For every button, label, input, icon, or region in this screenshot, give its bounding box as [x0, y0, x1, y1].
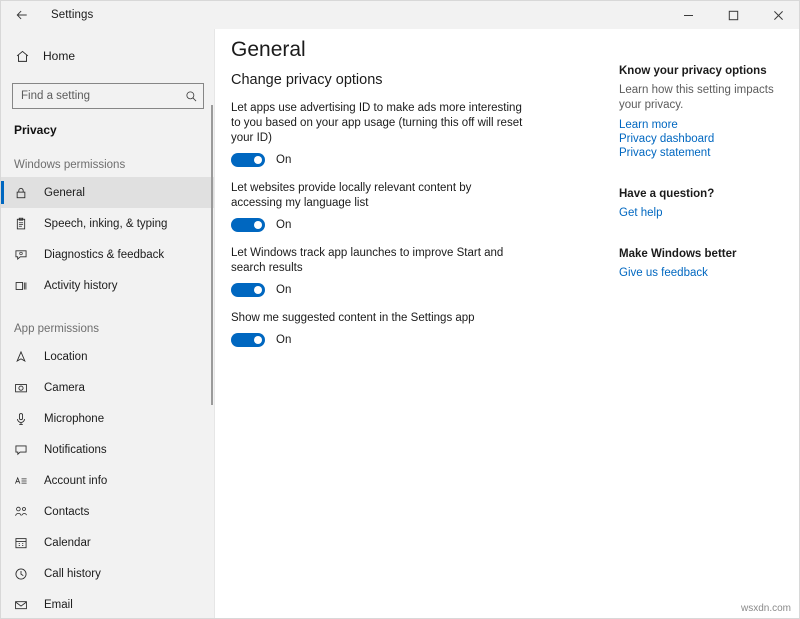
contacts-icon: [14, 504, 34, 520]
search-input[interactable]: [13, 89, 179, 103]
sidebar-page-title: Privacy: [1, 109, 214, 137]
link-privacy-dashboard[interactable]: Privacy dashboard: [619, 132, 789, 146]
back-arrow-icon[interactable]: [7, 1, 37, 29]
sidebar-scrollbar[interactable]: [211, 105, 213, 405]
camera-icon: [14, 380, 34, 396]
sidebar-item-calendar-label: Calendar: [44, 537, 91, 549]
feedback-icon: [14, 247, 34, 263]
sidebar-item-account-info-label: Account info: [44, 475, 107, 487]
link-give-us-feedback[interactable]: Give us feedback: [619, 266, 789, 280]
sidebar-item-home[interactable]: Home: [1, 41, 214, 71]
rail-block-have-a-question: Have a question? Get help: [619, 188, 789, 220]
sidebar-item-calendar[interactable]: Calendar: [1, 527, 214, 558]
toggle-state-label: On: [276, 334, 291, 346]
sidebar-item-contacts-label: Contacts: [44, 506, 89, 518]
notification-icon: [14, 442, 34, 458]
watermark: wsxdn.com: [741, 603, 791, 614]
sidebar-item-contacts[interactable]: Contacts: [1, 496, 214, 527]
link-learn-more[interactable]: Learn more: [619, 118, 789, 132]
search-icon[interactable]: [179, 90, 203, 103]
account-info-icon: [14, 473, 34, 489]
setting-track-app-launches: Let Windows track app launches to improv…: [231, 246, 531, 297]
right-rail: Know your privacy options Learn how this…: [619, 65, 789, 308]
rail-heading: Make Windows better: [619, 248, 789, 260]
title-bar: Settings: [1, 1, 800, 29]
settings-window: Settings Home: [0, 0, 800, 619]
page-title: General: [231, 38, 306, 62]
toggle-knob: [254, 336, 262, 344]
toggle-state-label: On: [276, 154, 291, 166]
clipboard-icon: [14, 216, 34, 232]
sidebar-group-label-windows-permissions: Windows permissions: [1, 137, 214, 177]
sidebar-item-email[interactable]: Email: [1, 589, 214, 619]
sidebar-item-call-history[interactable]: Call history: [1, 558, 214, 589]
settings-list: Let apps use advertising ID to make ads …: [231, 101, 531, 361]
sidebar-item-notifications[interactable]: Notifications: [1, 434, 214, 465]
rail-paragraph: Learn how this setting impacts your priv…: [619, 83, 789, 112]
setting-advertising-id: Let apps use advertising ID to make ads …: [231, 101, 531, 167]
toggle-row: On: [231, 153, 531, 167]
sidebar-group-label-app-permissions: App permissions: [1, 301, 214, 341]
sidebar-item-camera[interactable]: Camera: [1, 372, 214, 403]
setting-description: Let Windows track app launches to improv…: [231, 246, 523, 276]
rail-block-make-windows-better: Make Windows better Give us feedback: [619, 248, 789, 280]
sidebar-item-speech-inking-typing-label: Speech, inking, & typing: [44, 218, 167, 230]
link-get-help[interactable]: Get help: [619, 206, 789, 220]
minimize-button[interactable]: [666, 1, 711, 29]
home-icon: [15, 49, 37, 64]
toggle-knob: [254, 156, 262, 164]
sidebar-item-activity-history[interactable]: Activity history: [1, 270, 214, 301]
toggle-suggested-content[interactable]: [231, 333, 265, 347]
sidebar: Home Privacy Windows permissions General: [1, 29, 215, 619]
sidebar-item-diagnostics-feedback[interactable]: Diagnostics & feedback: [1, 239, 214, 270]
toggle-language-list[interactable]: [231, 218, 265, 232]
sidebar-item-microphone-label: Microphone: [44, 413, 104, 425]
location-pin-icon: [14, 349, 34, 365]
sidebar-item-activity-history-label: Activity history: [44, 280, 118, 292]
sidebar-item-call-history-label: Call history: [44, 568, 101, 580]
link-privacy-statement[interactable]: Privacy statement: [619, 146, 789, 160]
sidebar-item-notifications-label: Notifications: [44, 444, 107, 456]
call-history-icon: [14, 566, 34, 582]
sidebar-item-email-label: Email: [44, 599, 73, 611]
lock-icon: [14, 185, 34, 201]
calendar-icon: [14, 535, 34, 551]
sidebar-item-location[interactable]: Location: [1, 341, 214, 372]
toggle-knob: [254, 221, 262, 229]
toggle-track-app-launches[interactable]: [231, 283, 265, 297]
maximize-button[interactable]: [711, 1, 756, 29]
content-area: General Change privacy options Let apps …: [216, 29, 800, 619]
microphone-icon: [14, 411, 34, 427]
setting-language-list: Let websites provide locally relevant co…: [231, 181, 531, 232]
setting-description: Let apps use advertising ID to make ads …: [231, 101, 523, 146]
sidebar-item-speech-inking-typing[interactable]: Speech, inking, & typing: [1, 208, 214, 239]
rail-block-privacy-options: Know your privacy options Learn how this…: [619, 65, 789, 160]
sidebar-item-camera-label: Camera: [44, 382, 85, 394]
sidebar-item-location-label: Location: [44, 351, 87, 363]
sidebar-item-diagnostics-feedback-label: Diagnostics & feedback: [44, 249, 164, 261]
setting-description: Let websites provide locally relevant co…: [231, 181, 523, 211]
section-title: Change privacy options: [231, 72, 383, 88]
toggle-row: On: [231, 283, 531, 297]
toggle-knob: [254, 286, 262, 294]
rail-heading: Have a question?: [619, 188, 789, 200]
email-icon: [14, 597, 34, 613]
window-title: Settings: [51, 9, 93, 21]
toggle-row: On: [231, 218, 531, 232]
sidebar-item-general-label: General: [44, 187, 85, 199]
close-button[interactable]: [756, 1, 800, 29]
sidebar-item-home-label: Home: [43, 49, 75, 63]
activity-history-icon: [14, 278, 34, 294]
setting-suggested-content: Show me suggested content in the Setting…: [231, 311, 531, 347]
sidebar-item-microphone[interactable]: Microphone: [1, 403, 214, 434]
sidebar-item-general[interactable]: General: [1, 177, 214, 208]
toggle-row: On: [231, 333, 531, 347]
toggle-advertising-id[interactable]: [231, 153, 265, 167]
setting-description: Show me suggested content in the Setting…: [231, 311, 523, 326]
toggle-state-label: On: [276, 284, 291, 296]
toggle-state-label: On: [276, 219, 291, 231]
sidebar-item-account-info[interactable]: Account info: [1, 465, 214, 496]
search-box[interactable]: [12, 83, 204, 109]
rail-heading: Know your privacy options: [619, 65, 789, 77]
